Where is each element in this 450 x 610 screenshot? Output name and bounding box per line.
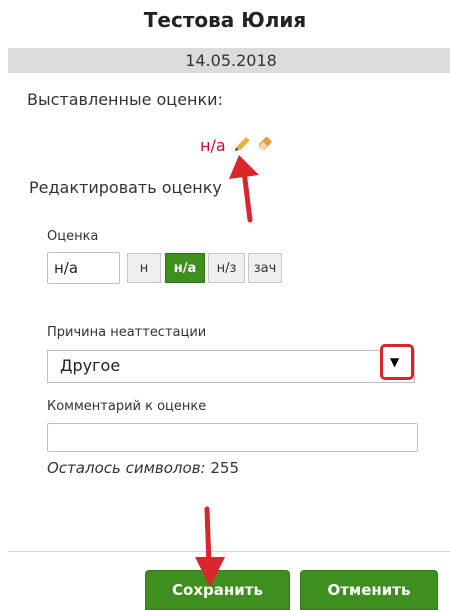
remaining-chars-count: 255	[210, 459, 240, 477]
grade-field-label: Оценка	[47, 229, 99, 244]
grade-option-nz[interactable]: н/з	[208, 253, 245, 283]
remaining-chars-label: Осталось символов:	[47, 459, 206, 477]
date-bar: 14.05.2018	[8, 48, 450, 73]
grade-option-n[interactable]: н	[127, 253, 161, 283]
assigned-grades-label: Выставленные оценки:	[27, 90, 223, 109]
grade-option-na[interactable]: н/а	[165, 253, 205, 283]
grade-input[interactable]	[47, 252, 120, 284]
reason-dropdown-toggle[interactable]: ▼	[380, 344, 414, 380]
reason-label: Причина неаттестации	[47, 325, 207, 340]
reason-select[interactable]: Другое	[47, 350, 415, 383]
footer-divider	[8, 551, 450, 552]
assigned-grade-mark: н/а	[200, 136, 226, 155]
student-name: Тестова Юлия	[143, 8, 307, 32]
cancel-button[interactable]: Отменить	[300, 570, 438, 610]
pencil-icon[interactable]	[233, 135, 251, 153]
reason-selected-value: Другое	[60, 356, 121, 375]
annotation-arrow-icon	[229, 155, 259, 223]
edit-grade-label: Редактировать оценку	[29, 178, 222, 197]
comment-label: Комментарий к оценке	[47, 399, 207, 414]
grade-option-zach[interactable]: зач	[248, 253, 282, 283]
chevron-down-icon: ▼	[390, 355, 400, 369]
eraser-icon[interactable]	[256, 135, 276, 153]
comment-input[interactable]	[47, 423, 418, 452]
save-button[interactable]: Сохранить	[145, 570, 290, 610]
remaining-chars: Осталось символов: 255	[47, 459, 239, 477]
